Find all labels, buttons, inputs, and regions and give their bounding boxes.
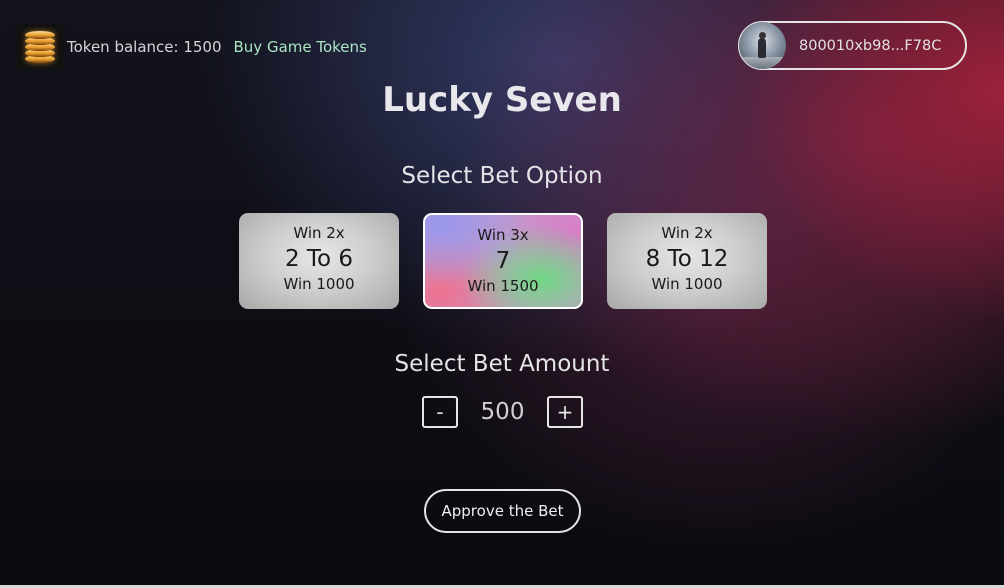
game-screen: Token balance: 1500 Buy Game Tokens 8000… <box>0 0 1004 588</box>
bet-option-7[interactable]: Win 3x 7 Win 1500 <box>423 213 583 309</box>
user-avatar <box>739 22 786 69</box>
increment-button[interactable]: + <box>547 395 583 428</box>
bet-payout: Win 1500 <box>467 277 539 295</box>
wallet-address: 800010xb98...F78C <box>799 37 942 54</box>
game-title: Lucky Seven <box>382 80 622 120</box>
bet-option-2-to-6[interactable]: Win 2x 2 To 6 Win 1000 <box>239 213 399 309</box>
bet-payout: Win 1000 <box>651 275 723 293</box>
bet-range: 2 To 6 <box>284 246 354 272</box>
approve-bet-button[interactable]: Approve the Bet <box>424 489 581 533</box>
bet-multiplier: Win 3x <box>477 226 529 244</box>
bet-range: 7 <box>495 248 511 274</box>
bet-options: Win 2x 2 To 6 Win 1000 Win 3x 7 Win 1500… <box>239 213 767 309</box>
bet-amount-value: 500 <box>480 398 525 425</box>
bet-payout: Win 1000 <box>283 275 355 293</box>
bet-multiplier: Win 2x <box>293 224 345 242</box>
decrement-button[interactable]: - <box>422 395 458 428</box>
gold-coin-stack-icon <box>15 24 65 70</box>
bet-range: 8 To 12 <box>645 246 729 272</box>
token-balance: Token balance: 1500 <box>67 38 222 56</box>
bet-multiplier: Win 2x <box>661 224 713 242</box>
wallet-button[interactable]: 800010xb98...F78C <box>738 21 967 70</box>
buy-tokens-link[interactable]: Buy Game Tokens <box>234 38 367 56</box>
bet-amount-heading: Select Bet Amount <box>394 351 610 377</box>
token-bar: Token balance: 1500 Buy Game Tokens <box>15 24 367 70</box>
bet-option-8-to-12[interactable]: Win 2x 8 To 12 Win 1000 <box>607 213 767 309</box>
bet-option-heading: Select Bet Option <box>401 163 603 189</box>
bet-amount-stepper: - 500 + <box>422 394 583 429</box>
